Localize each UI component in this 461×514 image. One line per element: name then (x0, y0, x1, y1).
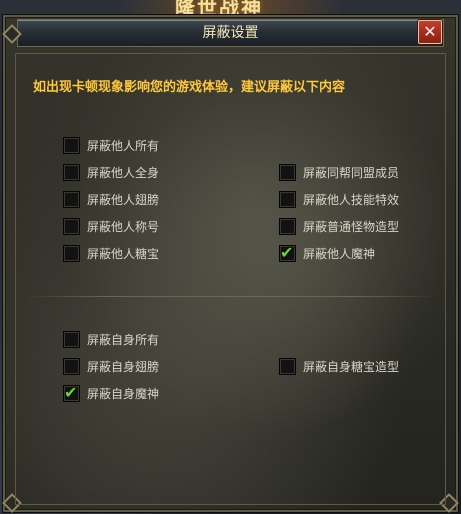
performance-notice: 如出现卡顿现象影响您的游戏体验，建议屏蔽以下内容 (33, 80, 346, 95)
option-others-wings[interactable]: 屏蔽他人翅膀 (63, 190, 159, 208)
option-label: 屏蔽同帮同盟成员 (303, 165, 400, 180)
option-others-demon[interactable]: ✔ 屏蔽他人魔神 (279, 242, 376, 262)
option-label: 屏蔽自身糖宝造型 (303, 359, 400, 374)
option-others-body[interactable]: 屏蔽他人全身 (63, 163, 159, 181)
option-self-all[interactable]: 屏蔽自身所有 (63, 330, 159, 348)
close-icon: ✕ (423, 22, 437, 41)
dialog-title: 屏蔽设置 (202, 25, 259, 41)
checkbox[interactable] (279, 190, 296, 208)
checkbox[interactable] (279, 357, 296, 375)
option-others-skill-fx[interactable]: 屏蔽他人技能特效 (279, 190, 399, 208)
background-banner: 隆世战神 (175, 0, 263, 14)
checkbox[interactable]: ✔ (279, 242, 296, 262)
checkbox[interactable] (279, 217, 296, 235)
option-monster-model[interactable]: 屏蔽普通怪物造型 (279, 217, 399, 235)
checkbox[interactable] (63, 163, 80, 181)
checkbox[interactable] (63, 136, 80, 154)
option-guild-members[interactable]: 屏蔽同帮同盟成员 (279, 163, 399, 181)
option-others-title[interactable]: 屏蔽他人称号 (63, 217, 159, 235)
checkbox[interactable] (279, 163, 296, 181)
option-others-pet[interactable]: 屏蔽他人糖宝 (63, 244, 159, 262)
checkbox[interactable] (63, 244, 80, 262)
close-button[interactable]: ✕ (418, 20, 442, 44)
shield-settings-dialog: 屏蔽设置 ✕ 如出现卡顿现象影响您的游戏体验，建议屏蔽以下内容 屏蔽他人所有 屏… (2, 14, 459, 513)
option-label: 屏蔽他人翅膀 (87, 192, 160, 207)
check-icon: ✔ (64, 382, 78, 402)
option-label: 屏蔽他人技能特效 (303, 192, 400, 207)
option-label: 屏蔽他人称号 (87, 219, 160, 234)
option-self-demon[interactable]: ✔ 屏蔽自身魔神 (63, 382, 160, 402)
option-label: 屏蔽他人全身 (87, 165, 160, 180)
option-others-all[interactable]: 屏蔽他人所有 (63, 136, 159, 154)
option-label: 屏蔽普通怪物造型 (303, 219, 400, 234)
option-label: 屏蔽他人所有 (87, 138, 160, 153)
option-label: 屏蔽自身所有 (87, 332, 160, 347)
checkbox[interactable] (63, 330, 80, 348)
options-panel: 如出现卡顿现象影响您的游戏体验，建议屏蔽以下内容 屏蔽他人所有 屏蔽他人全身 屏… (15, 53, 446, 505)
option-label: 屏蔽他人糖宝 (87, 246, 160, 261)
checkbox[interactable] (63, 190, 80, 208)
option-label: 屏蔽自身魔神 (87, 386, 160, 401)
check-icon: ✔ (280, 242, 294, 262)
section-divider (24, 296, 437, 297)
checkbox[interactable]: ✔ (63, 382, 80, 402)
checkbox[interactable] (63, 217, 80, 235)
dialog-titlebar[interactable]: 屏蔽设置 (17, 19, 444, 47)
option-self-wings[interactable]: 屏蔽自身翅膀 (63, 357, 159, 375)
option-self-pet-model[interactable]: 屏蔽自身糖宝造型 (279, 357, 399, 375)
option-label: 屏蔽他人魔神 (303, 246, 376, 261)
option-label: 屏蔽自身翅膀 (87, 359, 160, 374)
checkbox[interactable] (63, 357, 80, 375)
